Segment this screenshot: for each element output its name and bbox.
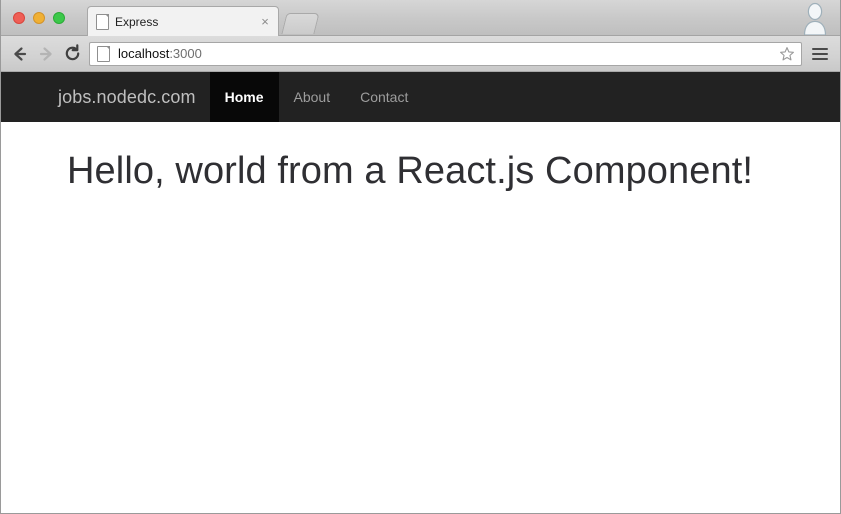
nav-link-about[interactable]: About (279, 72, 346, 122)
title-bar: Express × (1, 0, 840, 36)
address-bar-text: localhost:3000 (118, 46, 777, 62)
address-port: :3000 (169, 45, 202, 61)
tab-title: Express (115, 14, 159, 29)
page-viewport: jobs.nodedc.com Home About Contact Hello… (1, 72, 840, 512)
hamburger-menu-icon[interactable] (808, 42, 832, 66)
navbar-links: Home About Contact (209, 72, 424, 122)
window-controls (13, 12, 65, 24)
address-bar[interactable]: localhost:3000 (89, 41, 802, 66)
reload-icon[interactable] (59, 41, 85, 67)
site-brand[interactable]: jobs.nodedc.com (58, 72, 210, 122)
navbar-inner: jobs.nodedc.com Home About Contact (58, 72, 423, 122)
new-tab-button[interactable] (281, 13, 320, 34)
close-window-button[interactable] (13, 12, 25, 24)
minimize-window-button[interactable] (33, 12, 45, 24)
page-document-icon (97, 45, 110, 62)
star-outline-icon[interactable] (777, 44, 797, 64)
person-avatar-icon[interactable] (798, 1, 832, 36)
close-icon[interactable]: × (258, 15, 272, 29)
maximize-window-button[interactable] (53, 12, 65, 24)
page-content: Hello, world from a React.js Component! (1, 122, 840, 194)
browser-tab-express[interactable]: Express × (87, 6, 279, 36)
page-title: Hello, world from a React.js Component! (67, 150, 754, 192)
page-document-icon (96, 14, 109, 30)
forward-arrow-icon[interactable] (33, 41, 59, 67)
browser-window: Express × localhost:3000 jobs.nodedc.com… (0, 0, 841, 514)
browser-toolbar: localhost:3000 (1, 36, 840, 72)
site-navbar: jobs.nodedc.com Home About Contact (1, 72, 840, 122)
nav-link-contact[interactable]: Contact (345, 72, 423, 122)
back-arrow-icon[interactable] (7, 41, 33, 67)
address-host: localhost (118, 45, 170, 61)
nav-link-home[interactable]: Home (209, 72, 279, 122)
